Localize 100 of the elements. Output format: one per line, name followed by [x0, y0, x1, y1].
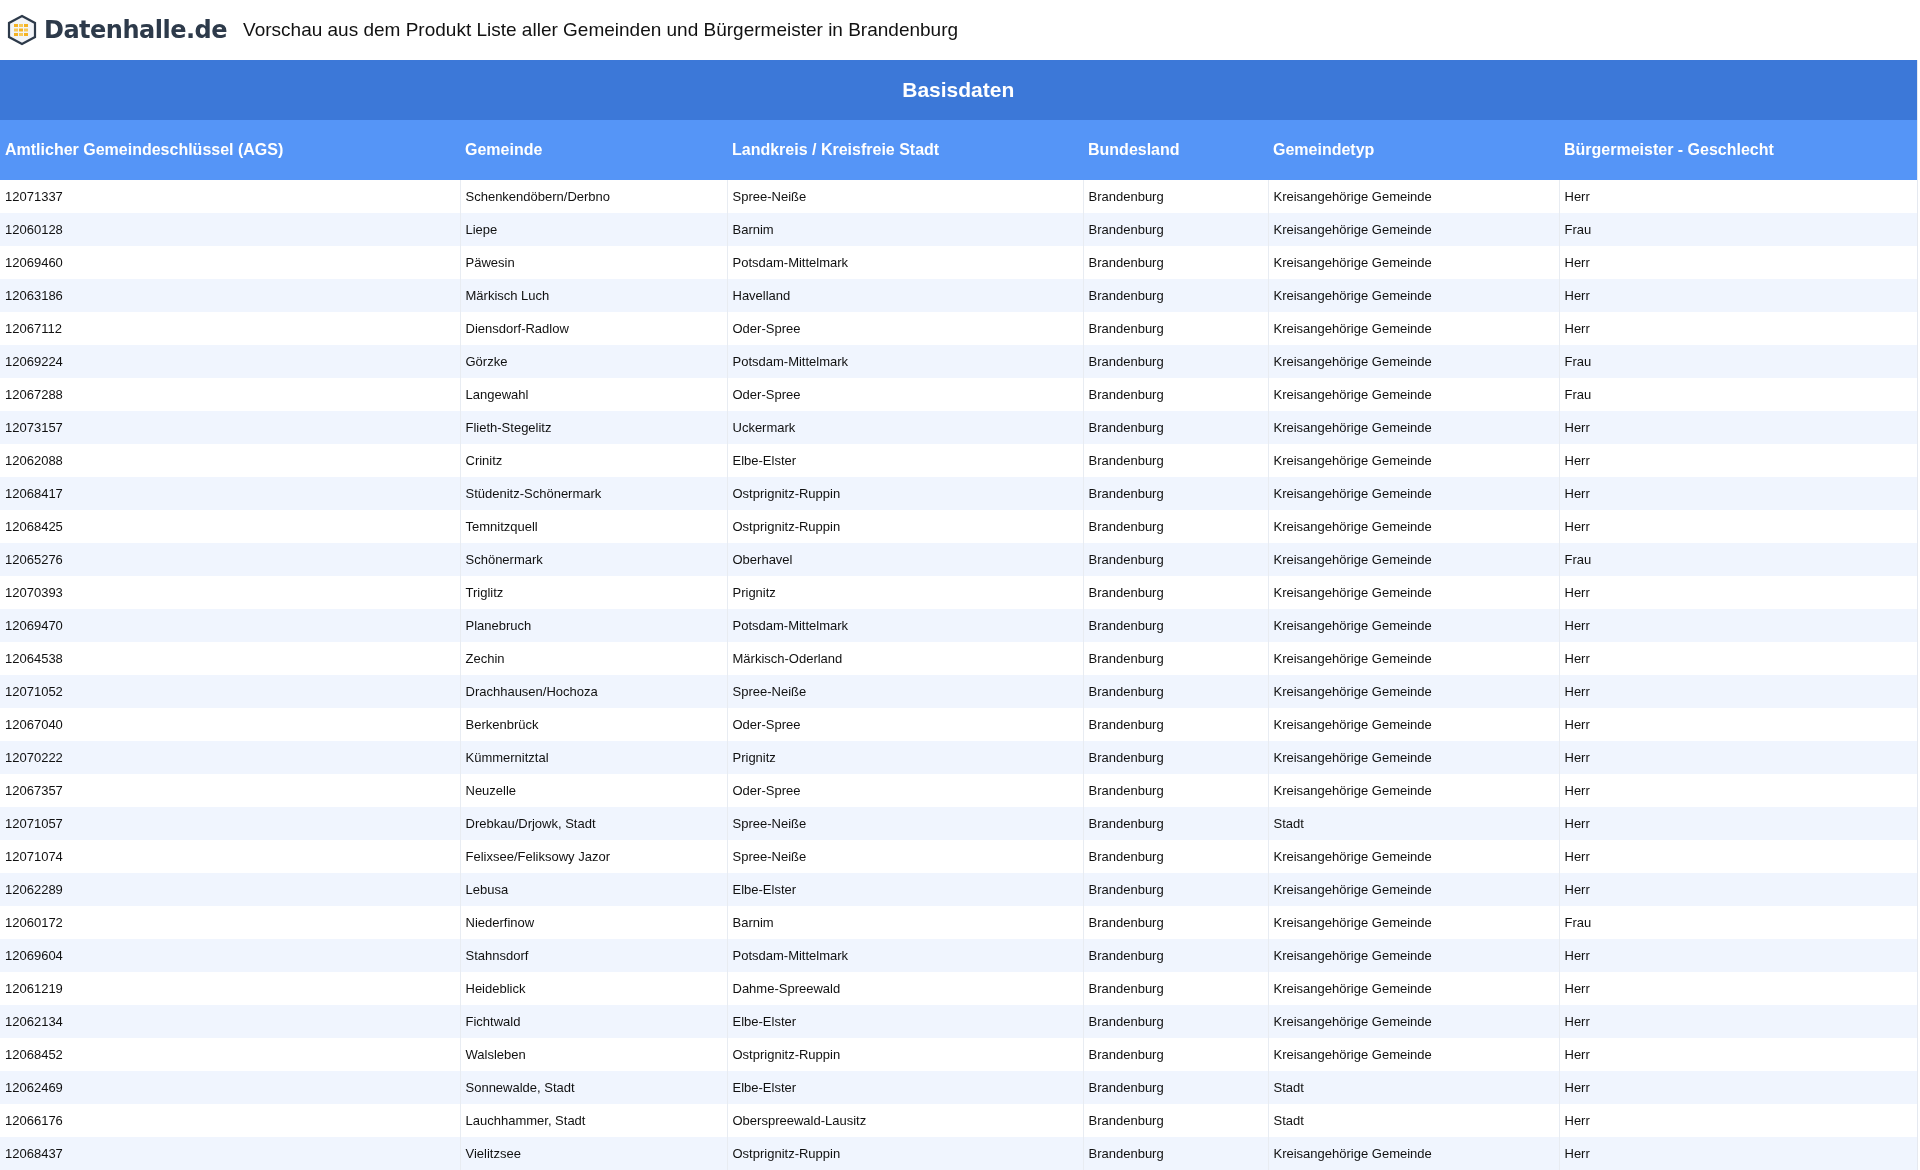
table-cell: Frau [1559, 213, 1918, 246]
table-cell: Ostprignitz-Ruppin [727, 477, 1083, 510]
table-cell: 12067112 [0, 312, 460, 345]
table-cell: Uckermark [727, 411, 1083, 444]
table-cell: Brandenburg [1083, 411, 1268, 444]
table-cell: 12073157 [0, 411, 460, 444]
table-cell: Prignitz [727, 741, 1083, 774]
table-cell: 12067288 [0, 378, 460, 411]
table-cell: Brandenburg [1083, 1071, 1268, 1104]
table-cell: 12061219 [0, 972, 460, 1005]
table-cell: Stadt [1268, 807, 1559, 840]
table-cell: Kreisangehörige Gemeinde [1268, 213, 1559, 246]
page-title: Vorschau aus dem Produkt Liste aller Gemeinden und Bürgermeister in Brandenburg [243, 19, 959, 41]
table-cell: Herr [1559, 609, 1918, 642]
table-cell: Sonnewalde, Stadt [460, 1071, 727, 1104]
logo-text[interactable]: Datenhalle.de [44, 16, 228, 44]
table-cell: Kreisangehörige Gemeinde [1268, 279, 1559, 312]
table-cell: Herr [1559, 411, 1918, 444]
column-header: Landkreis / Kreisfreie Stadt [727, 120, 1083, 180]
table-cell: 12068425 [0, 510, 460, 543]
table-cell: Herr [1559, 477, 1918, 510]
table-cell: Kreisangehörige Gemeinde [1268, 345, 1559, 378]
table-cell: Brandenburg [1083, 1137, 1268, 1170]
table-cell: 12062134 [0, 1005, 460, 1038]
table-cell: Kümmernitztal [460, 741, 727, 774]
table-cell: Herr [1559, 1137, 1918, 1170]
table-cell: Potsdam-Mittelmark [727, 939, 1083, 972]
table-cell: Brandenburg [1083, 873, 1268, 906]
table-cell: Stadt [1268, 1071, 1559, 1104]
column-header: Bundesland [1083, 120, 1268, 180]
table-cell: Ostprignitz-Ruppin [727, 1137, 1083, 1170]
table-cell: Herr [1559, 807, 1918, 840]
table-cell: Kreisangehörige Gemeinde [1268, 543, 1559, 576]
column-header: Gemeinde [460, 120, 727, 180]
table-cell: Elbe-Elster [727, 1071, 1083, 1104]
table-cell: Kreisangehörige Gemeinde [1268, 1005, 1559, 1038]
table-cell: 12071074 [0, 840, 460, 873]
group-header: Basisdaten [0, 60, 1918, 120]
table-cell: Potsdam-Mittelmark [727, 609, 1083, 642]
table-cell: Drebkau/Drjowk, Stadt [460, 807, 727, 840]
table-cell: 12069460 [0, 246, 460, 279]
table-cell: Brandenburg [1083, 543, 1268, 576]
table-cell: 12069604 [0, 939, 460, 972]
table-cell: Görzke [460, 345, 727, 378]
table-cell: Brandenburg [1083, 741, 1268, 774]
table-cell: Havelland [727, 279, 1083, 312]
table-cell: Kreisangehörige Gemeinde [1268, 411, 1559, 444]
table-cell: Spree-Neiße [727, 807, 1083, 840]
table-cell: Herr [1559, 1005, 1918, 1038]
table-cell: Herr [1559, 939, 1918, 972]
table-cell: Spree-Neiße [727, 675, 1083, 708]
table-cell: 12070393 [0, 576, 460, 609]
table-cell: 12066176 [0, 1104, 460, 1137]
table-cell: Brandenburg [1083, 345, 1268, 378]
table-cell: 12060172 [0, 906, 460, 939]
table-cell: Elbe-Elster [727, 873, 1083, 906]
table-cell: 12062088 [0, 444, 460, 477]
table-cell: 12067357 [0, 774, 460, 807]
table-cell: Kreisangehörige Gemeinde [1268, 1137, 1559, 1170]
table-cell: Vielitzsee [460, 1137, 727, 1170]
column-header: Gemeindetyp [1268, 120, 1559, 180]
table-cell: 12069224 [0, 345, 460, 378]
table-cell: 12068417 [0, 477, 460, 510]
table-cell: Kreisangehörige Gemeinde [1268, 741, 1559, 774]
table-cell: Herr [1559, 873, 1918, 906]
table-cell: Lebusa [460, 873, 727, 906]
table-cell: Oberhavel [727, 543, 1083, 576]
table-cell: 12069470 [0, 609, 460, 642]
table-cell: 12065276 [0, 543, 460, 576]
table-cell: Brandenburg [1083, 675, 1268, 708]
table-cell: 12063186 [0, 279, 460, 312]
table-cell: Frau [1559, 345, 1918, 378]
table-cell: 12071052 [0, 675, 460, 708]
table-cell: Elbe-Elster [727, 1005, 1083, 1038]
table-cell: Herr [1559, 1071, 1918, 1104]
table-cell: Fichtwald [460, 1005, 727, 1038]
column-header: Bürgermeister - Geschlecht [1559, 120, 1918, 180]
table-cell: Kreisangehörige Gemeinde [1268, 675, 1559, 708]
table-cell: 12064538 [0, 642, 460, 675]
table-cell: Brandenburg [1083, 477, 1268, 510]
table-cell: Kreisangehörige Gemeinde [1268, 873, 1559, 906]
table-cell: Brandenburg [1083, 939, 1268, 972]
table-cell: Drachhausen/Hochoza [460, 675, 727, 708]
table-cell: Liepe [460, 213, 727, 246]
table-cell: Kreisangehörige Gemeinde [1268, 609, 1559, 642]
table-cell: Brandenburg [1083, 1005, 1268, 1038]
logo-icon [6, 14, 38, 46]
table-cell: Flieth-Stegelitz [460, 411, 727, 444]
table-cell: 12070222 [0, 741, 460, 774]
table-cell: 12071057 [0, 807, 460, 840]
table-cell: Brandenburg [1083, 213, 1268, 246]
table-cell: Brandenburg [1083, 279, 1268, 312]
table-cell: Planebruch [460, 609, 727, 642]
table-cell: Potsdam-Mittelmark [727, 345, 1083, 378]
table-cell: 12062469 [0, 1071, 460, 1104]
table-cell: 12060128 [0, 213, 460, 246]
table-cell: Märkisch Luch [460, 279, 727, 312]
table-cell: Kreisangehörige Gemeinde [1268, 939, 1559, 972]
column-header: Amtlicher Gemeindeschlüssel (AGS) [0, 120, 460, 180]
table-cell: Brandenburg [1083, 609, 1268, 642]
